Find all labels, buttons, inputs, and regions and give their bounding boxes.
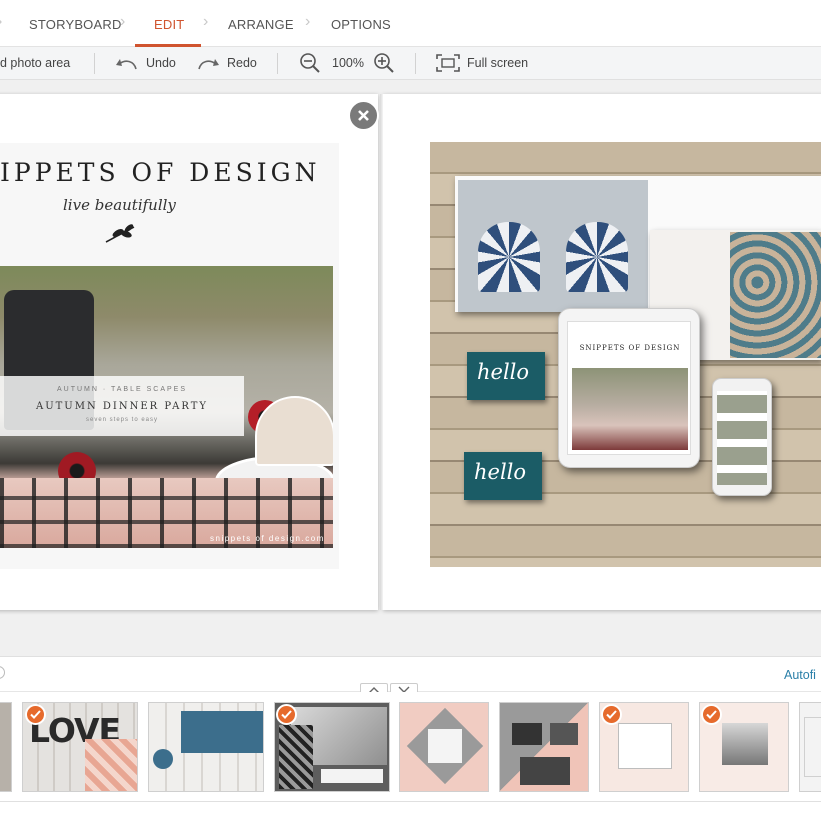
tablet-screen: SNIPPETS OF DESIGN bbox=[567, 321, 691, 455]
redo-button[interactable]: Redo bbox=[196, 56, 257, 70]
selected-check-icon bbox=[25, 704, 46, 725]
nav-separator: › bbox=[120, 13, 126, 30]
business-card: hello bbox=[467, 352, 545, 400]
card-text: hello bbox=[477, 360, 530, 384]
zoom-out-icon bbox=[300, 53, 320, 73]
page-thumbnail[interactable] bbox=[148, 702, 264, 792]
edit-toolbar: d photo area Undo Redo 100% Full screen bbox=[0, 47, 821, 80]
page-thumbnail-strip: LOVE bbox=[0, 692, 821, 802]
undo-button[interactable]: Undo bbox=[115, 56, 176, 70]
full-screen-button[interactable]: Full screen bbox=[436, 54, 528, 72]
book-spine bbox=[380, 94, 383, 610]
cake-dome bbox=[255, 396, 333, 466]
tab-arrange[interactable]: ARRANGE bbox=[228, 17, 294, 32]
toolbar-divider bbox=[277, 53, 278, 74]
zoom-in-button[interactable] bbox=[373, 52, 402, 74]
tab-storyboard[interactable]: STORYBOARD bbox=[29, 17, 122, 32]
nav-separator: › bbox=[305, 13, 311, 30]
thumb-photo bbox=[550, 723, 578, 745]
thumb-portrait bbox=[722, 723, 768, 765]
close-icon bbox=[358, 110, 369, 121]
add-photo-area-button[interactable]: d photo area bbox=[0, 56, 70, 70]
page-thumbnail[interactable] bbox=[0, 702, 12, 792]
phone-mockup bbox=[712, 378, 772, 496]
overlay-eyebrow: AUTUMN · TABLE SCAPES bbox=[56, 386, 188, 393]
thumb-pattern bbox=[279, 725, 313, 789]
phone-screen bbox=[717, 391, 767, 485]
full-screen-label: Full screen bbox=[467, 56, 529, 70]
site-url: snippets of design.com bbox=[210, 534, 325, 543]
thumb-sailboat-panel bbox=[181, 711, 263, 753]
overlay-note: seven steps to easy bbox=[85, 417, 159, 423]
selected-check-icon bbox=[701, 704, 722, 725]
thumb-photo bbox=[520, 757, 570, 785]
zoom-level: 100% bbox=[332, 56, 364, 70]
business-card: hello bbox=[464, 452, 542, 500]
thumb-photo bbox=[512, 723, 542, 745]
page-thumbnail[interactable] bbox=[499, 702, 589, 792]
top-nav: › STORYBOARD › EDIT › ARRANGE › OPTIONS bbox=[0, 0, 821, 47]
nav-separator: › bbox=[0, 13, 2, 31]
selected-check-icon bbox=[276, 704, 297, 725]
brand-tagline: live beautifully bbox=[63, 196, 176, 214]
leaf-icon bbox=[105, 224, 135, 243]
zoom-level-label: 100% bbox=[332, 56, 364, 70]
brand-title: IPPETS OF DESIGN bbox=[0, 158, 321, 187]
thumb-photo bbox=[428, 729, 462, 763]
close-button[interactable] bbox=[348, 100, 379, 131]
page-thumbnail[interactable] bbox=[399, 702, 489, 792]
thumb-frame bbox=[804, 717, 821, 777]
undo-icon bbox=[116, 59, 137, 70]
toolbar-divider bbox=[415, 53, 416, 74]
title-overlay[interactable]: AUTUMN · TABLE SCAPES AUTUMN DINNER PART… bbox=[0, 376, 244, 436]
nav-separator: › bbox=[203, 13, 209, 30]
blue-plate bbox=[566, 222, 628, 292]
add-photo-area-label: d photo area bbox=[0, 56, 71, 70]
autofill-link[interactable]: Autofi bbox=[784, 668, 816, 682]
tab-edit[interactable]: EDIT bbox=[154, 17, 184, 32]
full-screen-icon bbox=[436, 54, 460, 72]
zoom-in-icon bbox=[374, 53, 394, 73]
tablet-image bbox=[572, 368, 688, 450]
toolbar-divider bbox=[94, 53, 95, 74]
page-thumbnail[interactable] bbox=[799, 702, 821, 792]
selected-check-icon bbox=[601, 704, 622, 725]
thumb-caption bbox=[321, 769, 383, 783]
wall-plates-image bbox=[730, 232, 821, 358]
undo-label: Undo bbox=[146, 56, 176, 70]
thumb-badge bbox=[153, 749, 173, 769]
tab-options[interactable]: OPTIONS bbox=[331, 17, 391, 32]
redo-label: Redo bbox=[227, 56, 257, 70]
tablet-mockup: SNIPPETS OF DESIGN bbox=[558, 308, 700, 468]
overlay-title: AUTUMN DINNER PARTY bbox=[35, 401, 209, 412]
zoom-out-button[interactable] bbox=[299, 52, 328, 74]
blue-plate bbox=[478, 222, 540, 292]
tablet-brand: SNIPPETS OF DESIGN bbox=[579, 344, 681, 352]
card-text: hello bbox=[474, 460, 527, 484]
thumb-frame bbox=[618, 723, 672, 769]
redo-icon bbox=[198, 59, 219, 70]
thumb-pattern bbox=[85, 739, 137, 791]
